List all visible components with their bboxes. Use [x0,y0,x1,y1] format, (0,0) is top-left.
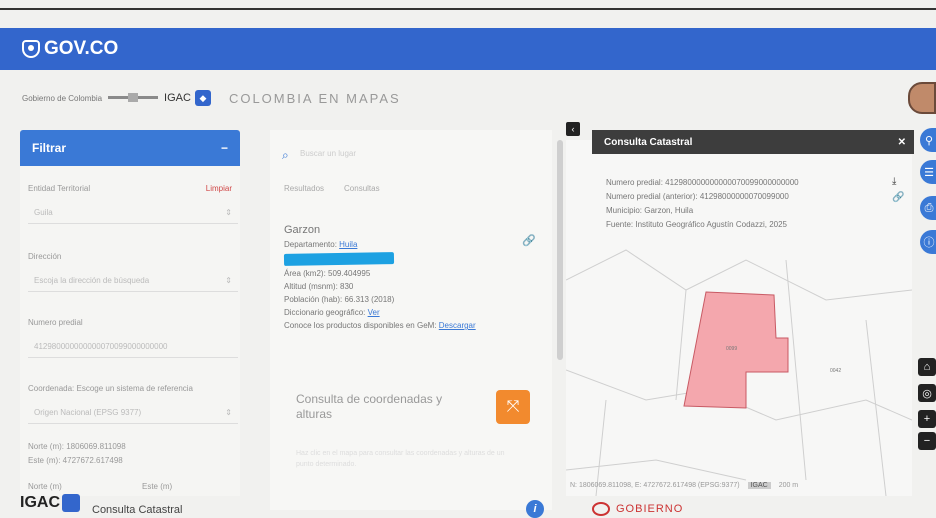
coordenada-label: Coordenada: Escoge un sistema de referen… [28,384,193,393]
map-attribution: IGAC [747,482,771,489]
search-input[interactable]: Buscar un lugar [300,149,356,158]
productos-link[interactable]: Descargar [439,321,476,330]
coord-help-text: Haz clic en el mapa para consultar las c… [296,450,505,468]
gobierno-logo: GOBIERNO [592,502,683,516]
home-icon[interactable]: ⌂ [918,358,936,376]
diccionario-line: Diccionario geográfico: Ver [284,308,542,317]
locate-icon[interactable]: ◎ [918,384,936,402]
neighbor-label: 0042 [830,368,842,374]
departamento-line: Departamento: Huila [284,240,542,249]
numero-predial-label: Numero predial [28,318,83,327]
norte-field-label[interactable]: Norte (m) [28,482,62,491]
zoom-out-icon[interactable]: − [918,432,936,450]
numero-predial-input[interactable]: 412980000000000070099000000000 [28,336,238,358]
coord-tool-title[interactable]: Consulta de coordenadas y alturas [296,392,476,422]
numero-predial-value: 412980000000000070099000000000 [34,342,168,351]
coordenada-select[interactable]: Origen Nacional (EPSG 9377) ⇕ [28,402,238,424]
footer-consulta-catastral: Consulta Catastral [92,504,183,516]
results-tabs: Resultados Consultas [284,184,380,193]
entidad-value: Guila [34,208,53,217]
brand-row: Gobierno de Colombia IGAC ◆ COLOMBIA EN … [22,80,936,116]
direccion-placeholder: Escoja la dirección de búsqueda [34,276,150,285]
filter-panel: Entidad Territorial Limpiar Guila ⇕ Dire… [20,166,240,496]
zoom-in-icon[interactable]: + [918,410,936,428]
coordenada-value: Origen Nacional (EPSG 9377) [34,408,142,417]
site-title: COLOMBIA EN MAPAS [228,90,401,106]
link-icon[interactable]: 🔗 [892,192,904,203]
gov-logo[interactable]: GOV.CO [22,38,118,60]
altitud-line: Altitud (msnm): 830 [284,282,354,291]
limpiar-link[interactable]: Limpiar [206,184,232,193]
panel-scrollbar[interactable] [557,140,563,360]
departamento-link[interactable]: Huila [339,240,357,249]
gov-shield-icon [22,40,40,58]
direccion-label: Dirección [28,252,62,261]
consulta-fuente: Fuente: Instituto Geográfico Agustín Cod… [606,220,787,229]
layers-tool-icon[interactable]: ☰ [920,160,936,184]
download-icon[interactable]: ⤓ [892,176,896,187]
map-coord-bar: N: 1806069.811098, E: 4727672.617498 (EP… [570,482,910,489]
filter-title: Filtrar [32,141,67,155]
updown-icon: ⇕ [225,208,232,217]
footer-igac-logo: IGAC [20,494,80,512]
gov-header-bar: GOV.CO [0,28,936,70]
tab-resultados[interactable]: Resultados [284,184,324,193]
este-text: Este (m): 4727672.617498 [28,456,123,465]
productos-line: Conoce los productos disponibles en GeM:… [284,321,542,330]
user-avatar[interactable] [908,82,936,114]
consulta-title: Consulta Catastral [604,136,693,148]
top-rule [0,8,936,10]
norte-text: Norte (m): 1806069.811098 [28,442,126,451]
departamento-label: Departamento: [284,240,337,249]
consulta-header: Consulta Catastral ✕ [592,130,914,154]
entidad-label: Entidad Territorial [28,184,91,193]
consulta-info: Numero predial: 412980000000000070099000… [606,176,906,232]
productos-label: Conoce los productos disponibles en GeM: [284,321,437,330]
footer-igac-text: IGAC [20,494,60,511]
igac-brand-text: IGAC [164,92,191,104]
igac-badge-icon: ◆ [194,90,211,106]
place-name: Garzon [284,224,321,236]
filter-tool-icon[interactable]: ⚲ [920,128,936,152]
consulta-municipio: Municipio: Garzon, Huila [606,206,694,215]
updown-icon: ⇕ [225,276,232,285]
info-icon[interactable]: i [526,500,544,518]
diccionario-label: Diccionario geográfico: [284,308,366,317]
area-line: Área (km2): 509.404995 [284,269,371,278]
minus-icon[interactable]: − [221,141,228,155]
consulta-numero-anterior: Numero predial (anterior): 4129800000007… [606,192,789,201]
direccion-select[interactable]: Escoja la dirección de búsqueda ⇕ [28,270,238,292]
entidad-select[interactable]: Guila ⇕ [28,202,238,224]
diccionario-link[interactable]: Ver [368,308,380,317]
map-scale: 200 m [778,482,799,489]
highlight-mark [283,252,395,266]
consulta-numero-predial: Numero predial: 412980000000000070099000… [606,178,799,187]
poblacion-line: Población (hab): 66.313 (2018) [284,295,395,304]
print-tool-icon[interactable]: ⎙ [920,196,936,220]
collapse-panel-button[interactable]: ‹ [566,122,580,136]
search-icon[interactable]: ⌕ [282,148,289,163]
brand-logos-graphic [108,93,159,102]
close-icon[interactable]: ✕ [898,137,906,148]
gobierno-seal-icon [592,502,610,516]
igac-badge-icon [62,494,80,512]
place-card: Garzon Departamento: Huila Área (km2): 5… [283,224,542,330]
coord-readout: N: 1806069.811098, E: 4727672.617498 (EP… [570,482,740,489]
results-panel: ⌕ Buscar un lugar Resultados Consultas 🔗… [270,130,552,510]
updown-icon: ⇕ [225,408,232,417]
gov-logo-text: GOV.CO [44,38,119,59]
este-field-label[interactable]: Este (m) [142,482,172,491]
filter-panel-header[interactable]: Filtrar − [20,130,240,166]
gobierno-small-logo: Gobierno de Colombia [22,93,103,103]
tab-consultas[interactable]: Consultas [344,184,380,193]
info-tool-icon[interactable]: ⓘ [920,230,936,254]
gobierno-text: GOBIERNO [616,503,684,515]
parcel-label: 0099 [726,346,738,352]
crosshair-icon[interactable]: ⤧ [496,390,530,424]
